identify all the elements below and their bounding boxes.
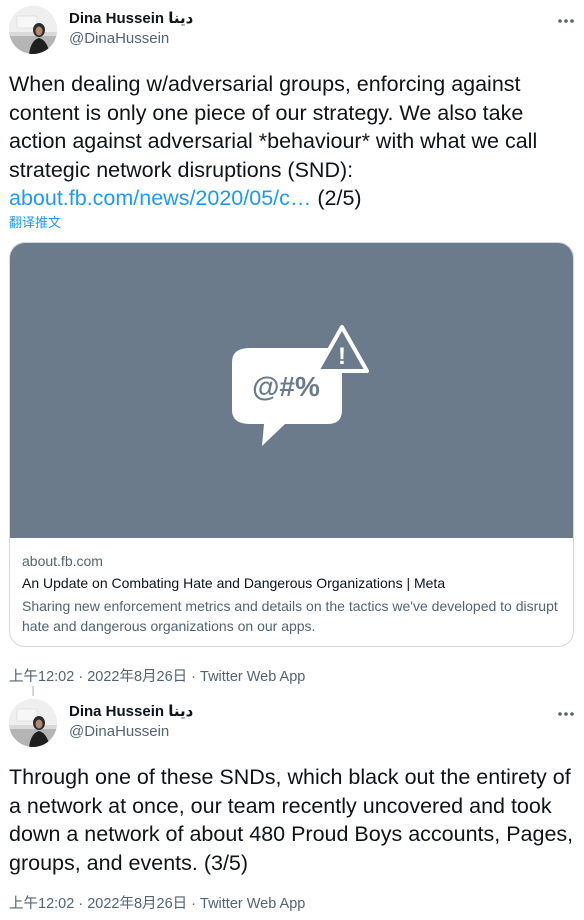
tweet-time[interactable]: 上午12:02 [9,669,74,685]
card-image: @#% ! [10,243,573,538]
tweet-source[interactable]: Twitter Web App [200,896,305,912]
card-image-warning: ! [338,343,346,370]
tweet-text-suffix: (2/5) [311,186,362,210]
tweet-text: When dealing w/adversarial groups, enfor… [9,70,579,213]
avatar[interactable] [9,6,57,54]
meta-separator: · [187,669,201,685]
tweet-meta: 上午12:02 · 2022年8月26日 · Twitter Web App [9,665,305,686]
author-handle[interactable]: @DinaHussein [69,723,169,740]
tweet-text: Through one of these SNDs, which black o… [9,765,574,875]
tweet-date[interactable]: 2022年8月26日 [87,669,187,685]
card-description: Sharing new enforcement metrics and deta… [22,598,558,634]
meta-separator: · [74,669,88,685]
author-name[interactable]: Dina Hussein دينا [69,702,193,720]
thread-connector [32,686,34,696]
ellipsis-icon [557,9,575,27]
author-name[interactable]: Dina Hussein دينا [69,9,193,27]
tweet-time[interactable]: 上午12:02 [9,896,74,912]
more-options-button[interactable] [555,703,577,719]
meta-separator: · [74,896,88,912]
tweet-text-body: When dealing w/adversarial groups, enfor… [9,72,538,182]
tweet-link[interactable]: about.fb.com/news/2020/05/c… [9,186,311,210]
tweet-source[interactable]: Twitter Web App [200,669,305,685]
speech-bubble-warning-icon: @#% ! [232,325,369,446]
ellipsis-icon [557,702,575,720]
translate-tweet-link[interactable]: 翻译推文 [9,212,61,231]
meta-separator: · [187,896,201,912]
tweet-date[interactable]: 2022年8月26日 [87,896,187,912]
more-options-button[interactable] [555,10,577,26]
author-handle[interactable]: @DinaHussein [69,30,169,47]
card-image-text: @#% [252,371,320,402]
link-preview-card[interactable]: @#% ! about.fb.com An Update on Combatin… [9,242,574,647]
card-domain: about.fb.com [22,553,103,569]
tweet-meta: 上午12:02 · 2022年8月26日 · Twitter Web App [9,892,305,913]
avatar[interactable] [9,699,57,747]
card-title: An Update on Combating Hate and Dangerou… [22,575,446,591]
